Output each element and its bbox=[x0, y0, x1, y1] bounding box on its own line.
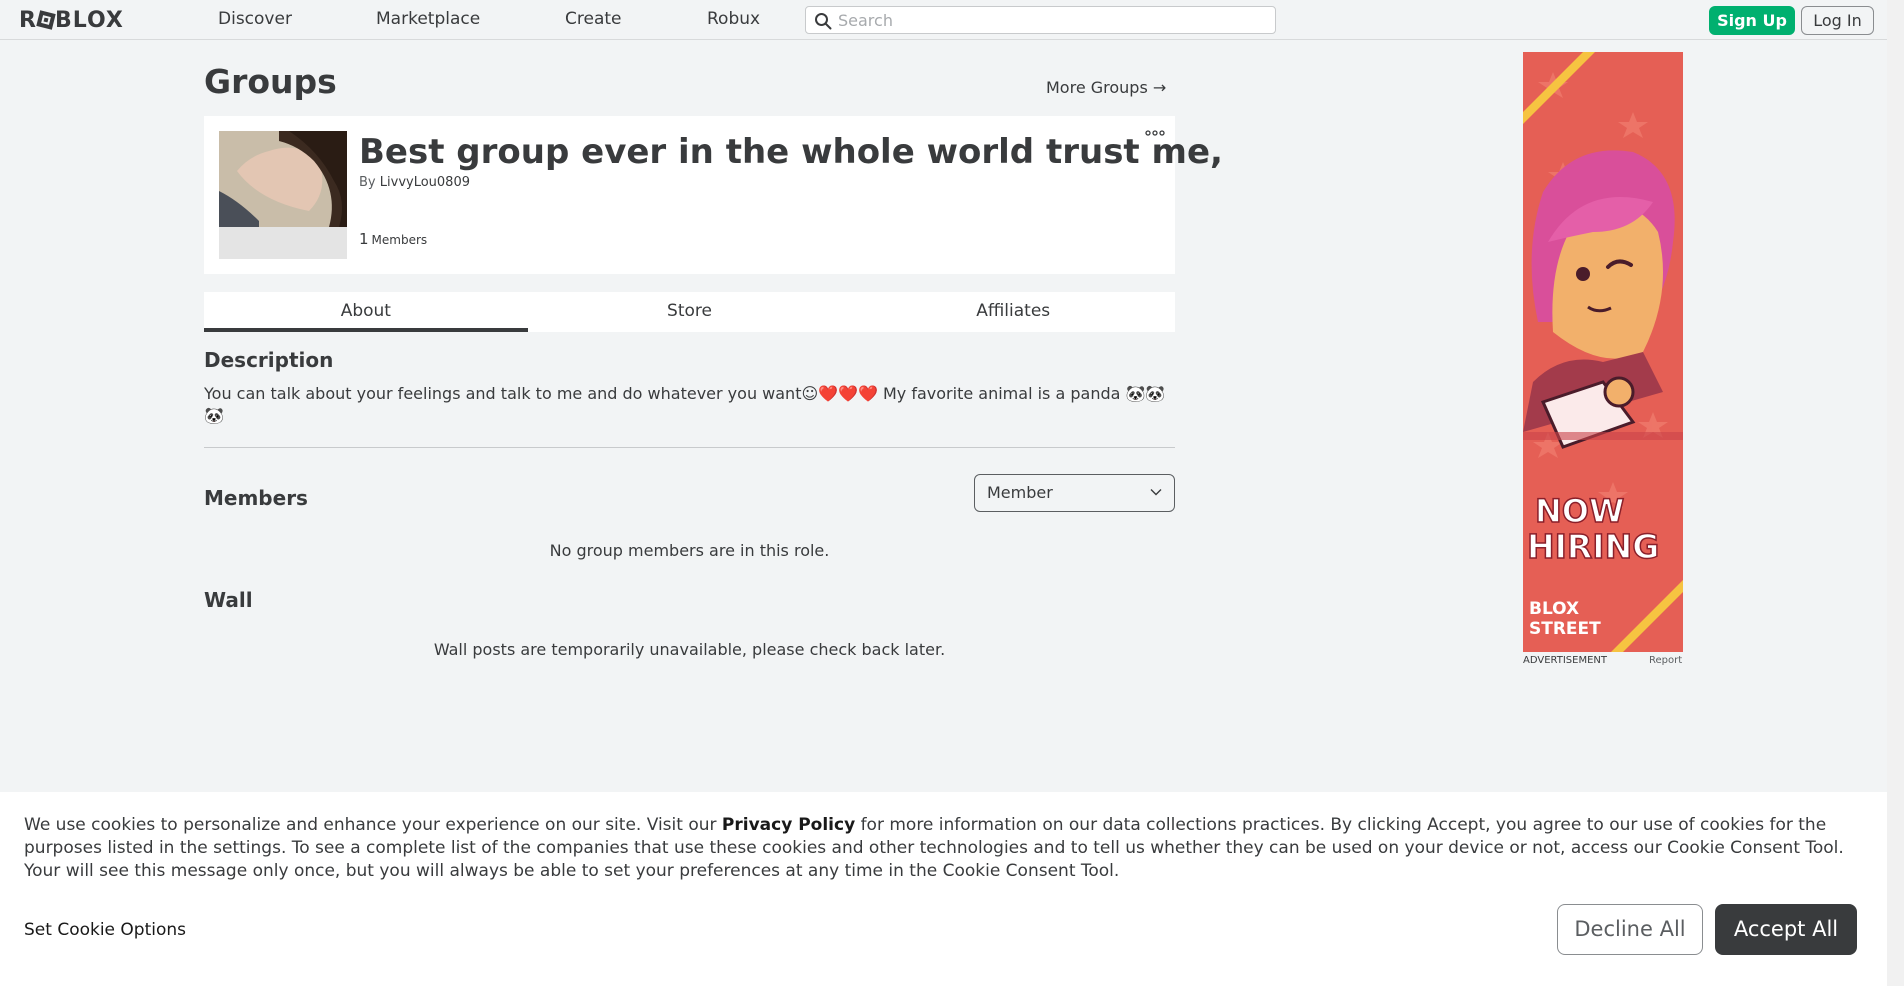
tab-affiliates[interactable]: Affiliates bbox=[851, 292, 1175, 332]
cookie-text-intro: We use cookies to personalize and enhanc… bbox=[24, 815, 722, 835]
by-label: By bbox=[359, 175, 376, 190]
member-count-value: 1 bbox=[359, 230, 369, 248]
tab-store[interactable]: Store bbox=[528, 292, 852, 332]
members-empty-message: No group members are in this role. bbox=[549, 541, 830, 560]
role-dropdown[interactable]: Member bbox=[974, 474, 1175, 512]
log-in-button[interactable]: Log In bbox=[1801, 6, 1874, 35]
advertisement-label: ADVERTISEMENT bbox=[1523, 655, 1608, 666]
ad-brand-blox: BLOX bbox=[1529, 599, 1579, 619]
role-dropdown-value: Member bbox=[987, 483, 1053, 502]
scrollbar[interactable] bbox=[1887, 0, 1904, 986]
decline-all-button[interactable]: Decline All bbox=[1557, 904, 1703, 955]
ad-headline-hiring: HIRING bbox=[1527, 527, 1659, 566]
group-tabs: About Store Affiliates bbox=[204, 292, 1175, 332]
set-cookie-options-link[interactable]: Set Cookie Options bbox=[24, 920, 186, 940]
chevron-down-icon bbox=[1150, 489, 1162, 496]
group-thumbnail bbox=[219, 131, 347, 259]
group-owner: By LivvyLou0809 bbox=[359, 175, 470, 190]
member-count-label: Members bbox=[371, 233, 428, 247]
description-heading: Description bbox=[204, 348, 334, 372]
members-heading: Members bbox=[204, 486, 308, 510]
member-count: 1 Members bbox=[359, 230, 427, 248]
wall-unavailable-message: Wall posts are temporarily unavailable, … bbox=[433, 640, 946, 659]
accept-all-button[interactable]: Accept All bbox=[1715, 904, 1857, 955]
ad-artwork: NOW HIRING BLOX STREET bbox=[1523, 52, 1683, 652]
top-navigation-bar: R BLOX Discover Marketplace Create Robux … bbox=[0, 0, 1887, 40]
group-description: You can talk about your feelings and tal… bbox=[204, 384, 1166, 425]
cookie-message: We use cookies to personalize and enhanc… bbox=[24, 814, 1864, 883]
tab-about[interactable]: About bbox=[204, 292, 528, 332]
logo-o-square bbox=[36, 10, 56, 30]
more-groups-link[interactable]: More Groups → bbox=[1046, 78, 1166, 97]
search-box bbox=[805, 6, 1276, 34]
group-thumbnail-image bbox=[219, 131, 347, 259]
advertisement-banner[interactable]: NOW HIRING BLOX STREET bbox=[1523, 52, 1683, 652]
wall-heading: Wall bbox=[204, 588, 253, 612]
privacy-policy-link[interactable]: Privacy Policy bbox=[722, 815, 855, 835]
nav-discover[interactable]: Discover bbox=[218, 9, 292, 29]
cookie-consent-banner: We use cookies to personalize and enhanc… bbox=[0, 792, 1887, 986]
nav-create[interactable]: Create bbox=[565, 9, 622, 29]
sign-up-button[interactable]: Sign Up bbox=[1709, 6, 1795, 35]
section-divider bbox=[204, 447, 1175, 448]
nav-marketplace[interactable]: Marketplace bbox=[376, 9, 480, 29]
group-name: Best group ever in the whole world trust… bbox=[359, 132, 1223, 172]
report-ad-link[interactable]: Report bbox=[1649, 655, 1682, 666]
search-input[interactable] bbox=[838, 10, 1258, 30]
nav-robux[interactable]: Robux bbox=[707, 9, 760, 29]
ad-headline-now: NOW bbox=[1535, 492, 1624, 530]
ad-brand-street: STREET bbox=[1529, 619, 1601, 639]
more-options-icon[interactable] bbox=[1145, 128, 1165, 138]
search-icon[interactable] bbox=[814, 12, 832, 30]
group-header-card: Best group ever in the whole world trust… bbox=[204, 116, 1223, 274]
owner-link[interactable]: LivvyLou0809 bbox=[380, 175, 470, 190]
page-title: Groups bbox=[204, 62, 337, 101]
roblox-logo[interactable]: R BLOX bbox=[19, 8, 124, 33]
